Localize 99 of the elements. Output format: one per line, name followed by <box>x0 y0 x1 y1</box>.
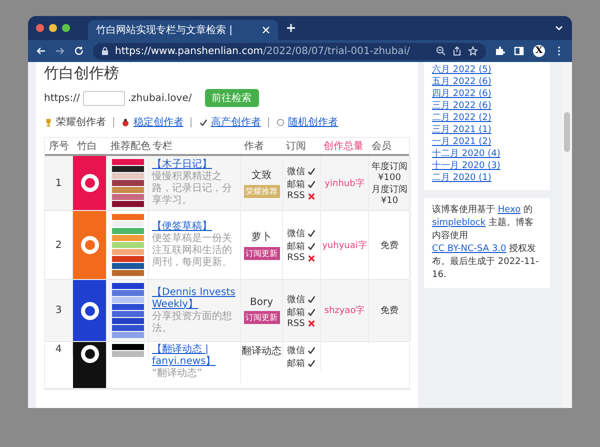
archive-link[interactable]: 十二月 2020 (4) <box>432 148 542 160</box>
new-tab-icon[interactable] <box>286 23 296 33</box>
zoom-out-icon[interactable] <box>436 46 446 56</box>
star-icon[interactable] <box>468 46 478 56</box>
reload-icon[interactable] <box>74 46 84 56</box>
forward-arrow-icon[interactable] <box>55 46 65 56</box>
lock-icon <box>101 47 109 55</box>
column-link[interactable]: 【木子日记】 <box>152 159 237 171</box>
channel-label: 邮箱 <box>287 240 305 253</box>
column-header: 推荐配色 <box>110 140 149 153</box>
separator: | <box>112 116 116 128</box>
round-logo-icon <box>80 173 100 193</box>
footer-link[interactable]: CC BY-NC-SA 3.0 <box>432 244 506 254</box>
archive-link[interactable]: 十一月 2020 (3) <box>432 160 542 172</box>
channel-label: RSS <box>287 191 305 201</box>
rank-number: 4 <box>55 344 62 355</box>
filter-link[interactable]: 高产创作者 <box>210 115 261 129</box>
chevron-down-icon[interactable] <box>554 23 564 33</box>
word-count-link[interactable]: yinhub字 <box>324 176 364 190</box>
separator: | <box>189 116 193 128</box>
footer-link[interactable]: simpleblock <box>432 218 486 228</box>
address-bar[interactable]: https://www.panshenlian.com/2022/08/07/trial-001-zhubai/ <box>93 42 486 60</box>
round-logo-icon <box>80 235 100 255</box>
author-name: 萝卜 <box>252 230 272 244</box>
word-count-link[interactable]: shzyao字 <box>324 304 365 317</box>
round-logo-icon <box>80 300 100 320</box>
sidebar-icon[interactable] <box>514 46 524 56</box>
ladybug-icon <box>121 118 130 126</box>
maximize-window-button[interactable] <box>62 24 70 32</box>
separator: | <box>266 116 270 128</box>
author-name: Bory <box>250 297 273 308</box>
trophy-icon <box>44 118 53 126</box>
channel-label: 邮箱 <box>287 306 305 318</box>
channel-label: 邮箱 <box>287 178 305 191</box>
back-arrow-icon[interactable] <box>36 46 46 56</box>
footer-note: 该博客使用基于 Hexo 的 simpleblock 主题。博客内容使用 CC BY-NC-SA 3.0 授权发布。最后生成于 2022-11-16. <box>432 204 540 282</box>
author-name: 翻译动态 <box>242 344 282 358</box>
browser-tab[interactable]: 竹白网站实现专栏与文章检索 | <box>88 20 278 40</box>
minimize-window-button[interactable] <box>49 24 57 32</box>
archive-link[interactable]: 一月 2021 (2) <box>432 136 542 148</box>
footer-link[interactable]: Hexo <box>498 205 521 215</box>
filter-link[interactable]: 稳定创作者 <box>133 115 184 129</box>
channel-label: 邮箱 <box>287 358 305 370</box>
rank-number: 2 <box>55 240 62 250</box>
scrollbar[interactable] <box>562 62 572 408</box>
profile-avatar[interactable]: X <box>533 45 545 57</box>
membership-price: 免费 <box>380 304 398 317</box>
channel-label: RSS <box>287 253 305 263</box>
column-header: 创作总量 <box>322 140 365 153</box>
scrollbar-thumb[interactable] <box>564 112 570 152</box>
channel-label: 微信 <box>287 228 305 240</box>
channel-label: RSS <box>287 318 305 328</box>
column-header: 序号 <box>48 140 70 153</box>
page-title: 竹白创作榜 <box>44 64 120 83</box>
author-tag: 订阅更新 <box>244 311 280 324</box>
archive-link[interactable]: 三月 2022 (6) <box>432 100 542 112</box>
filter-link[interactable]: 随机创作者 <box>288 115 338 129</box>
url-text: https://www.panshenlian.com/2022/08/07/trial-001-zhubai/ <box>115 46 412 56</box>
column-header: 会员 <box>370 140 392 153</box>
channel-label: 微信 <box>287 166 305 178</box>
column-header: 专栏 <box>152 140 174 153</box>
puzzle-icon[interactable] <box>495 46 505 56</box>
url-prefix: https:// <box>44 92 80 104</box>
column-link[interactable]: 【便签草稿】 <box>152 221 237 233</box>
column-header: 作者 <box>243 140 266 153</box>
close-icon[interactable] <box>262 26 270 34</box>
author-tag: 订阅更新 <box>244 247 280 260</box>
column-description: 【木子日记】 慢慢积累精进之路，记录日记，分享学习。 <box>152 159 237 207</box>
url-suffix: .zhubai.love/ <box>128 92 192 104</box>
column-description: 【翻译动态 | fanyi.news】 “翻译动态” <box>152 344 237 380</box>
check-icon <box>198 118 208 126</box>
archive-link[interactable]: 四月 2022 (6) <box>432 88 542 100</box>
filter-label: 荣耀创作者 <box>56 116 106 129</box>
column-description: 【Dennis Invests Weekly】 分享投资方面的想法。 <box>152 286 237 334</box>
rank-number: 1 <box>55 178 62 188</box>
membership-price: 年度订阅 ¥100 <box>370 160 408 183</box>
archive-link[interactable]: 六月 2022 (5) <box>432 64 542 76</box>
archive-link[interactable]: 五月 2022 (6) <box>432 76 542 88</box>
column-link[interactable]: 【Dennis Invests Weekly】 <box>152 286 237 310</box>
subdomain-input[interactable] <box>82 90 125 106</box>
column-header: 竹白 <box>76 140 98 153</box>
word-count-link[interactable]: yuhyuai字 <box>322 238 367 252</box>
close-window-button[interactable] <box>36 24 44 32</box>
column-description: 【便签草稿】 便签草稿是一份关注互联网和生活的周刊，每周更新。 <box>152 221 237 269</box>
share-icon[interactable] <box>452 46 462 56</box>
archive-link[interactable]: 二月 2020 (1) <box>432 172 542 184</box>
archive-link[interactable]: 三月 2021 (1) <box>432 124 542 136</box>
tab-title: 竹白网站实现专栏与文章检索 | <box>96 24 234 37</box>
membership-price: 月度订阅 ¥10 <box>370 184 408 206</box>
author-tag: 荣耀推荐 <box>244 185 280 198</box>
membership-price: 免费 <box>380 240 398 252</box>
column-header: 订阅 <box>284 140 307 153</box>
channel-label: 微信 <box>287 344 305 357</box>
archive-link[interactable]: 二月 2022 (2) <box>432 112 542 124</box>
circle-icon <box>276 118 286 126</box>
rank-number: 3 <box>55 305 62 316</box>
channel-label: 微信 <box>287 294 305 306</box>
author-name: 文致 <box>252 168 272 182</box>
column-link[interactable]: 【翻译动态 | fanyi.news】 <box>152 344 237 368</box>
